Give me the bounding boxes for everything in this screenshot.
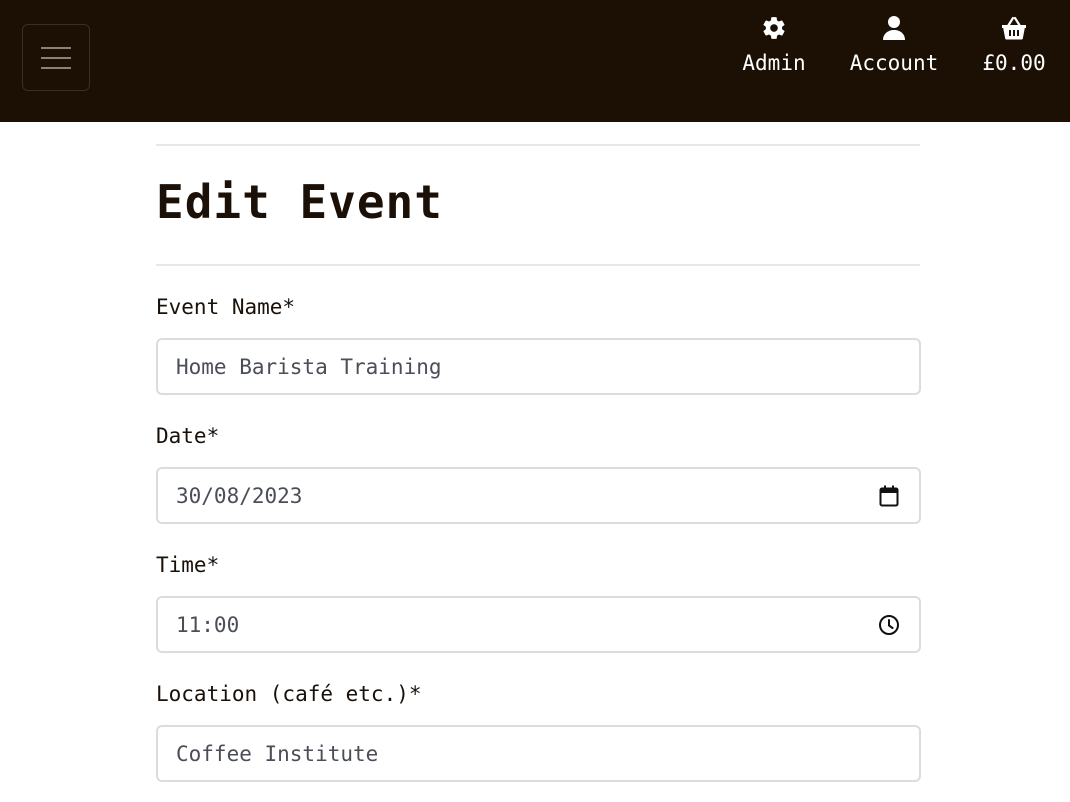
location-value: Coffee Institute [176, 741, 379, 766]
navbar: Admin Account £0.00 [0, 0, 1070, 122]
date-value: 30/08/2023 [176, 483, 303, 508]
edit-event-form-container: Edit Event Event Name* Home Barista Trai… [156, 144, 921, 782]
nav-admin-label: Admin [742, 51, 806, 75]
date-input[interactable]: 30/08/2023 [156, 467, 921, 524]
nav-account-link[interactable]: Account [842, 14, 946, 84]
date-field: Date* 30/08/2023 [156, 423, 921, 524]
nav-basket-total: £0.00 [982, 51, 1046, 75]
time-label: Time* [156, 553, 220, 577]
date-label: Date* [156, 424, 220, 448]
title-divider [156, 264, 920, 266]
calendar-icon[interactable] [877, 484, 901, 508]
basket-icon [1000, 14, 1028, 42]
time-value: 11:00 [176, 612, 240, 637]
event-name-field: Event Name* Home Barista Training [156, 294, 921, 395]
event-name-input[interactable]: Home Barista Training [156, 338, 921, 395]
user-icon [880, 14, 908, 42]
time-field: Time* 11:00 [156, 552, 921, 653]
event-name-label: Event Name* [156, 295, 296, 319]
page-title: Edit Event [156, 175, 443, 229]
top-divider [156, 144, 920, 146]
nav-admin-link[interactable]: Admin [736, 14, 812, 84]
clock-icon[interactable] [877, 613, 901, 637]
location-input[interactable]: Coffee Institute [156, 725, 921, 782]
menu-toggle-button[interactable] [22, 24, 90, 91]
location-field: Location (café etc.)* Coffee Institute [156, 681, 921, 782]
nav-account-label: Account [849, 51, 939, 75]
location-label: Location (café etc.)* [156, 682, 422, 706]
hamburger-menu-icon [41, 46, 71, 69]
nav-basket-link[interactable]: £0.00 [976, 14, 1052, 84]
gear-icon [760, 14, 788, 42]
time-input[interactable]: 11:00 [156, 596, 921, 653]
event-name-value: Home Barista Training [176, 354, 442, 379]
